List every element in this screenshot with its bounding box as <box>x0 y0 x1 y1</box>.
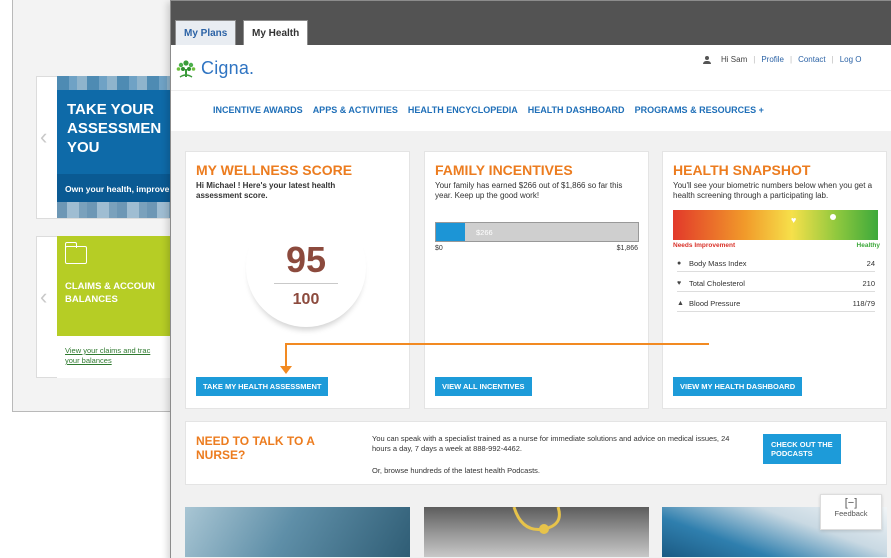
metric-value: 210 <box>862 279 875 288</box>
claims-link-line: your balances <box>65 356 112 365</box>
view-all-incentives-button[interactable]: VIEW ALL INCENTIVES <box>435 377 532 396</box>
metric-row: ♥ Total Cholesterol 210 <box>677 276 875 292</box>
metric-row: ● Body Mass Index 24 <box>677 256 875 272</box>
wellness-score-card: MY WELLNESS SCORE Hi Michael ! Here's yo… <box>185 151 410 409</box>
assessment-heading-line: TAKE YOUR <box>67 101 154 118</box>
incentives-title: FAMILY INCENTIVES <box>435 162 573 178</box>
claims-heading-line: CLAIMS & ACCOUN <box>65 281 155 292</box>
person-icon <box>703 55 711 64</box>
feedback-button[interactable]: [−] Feedback <box>820 494 882 530</box>
article-image[interactable] <box>185 507 410 557</box>
divider: | <box>790 55 793 64</box>
metric-row: ▲ Blood Pressure 118/79 <box>677 296 875 312</box>
incentive-max-label: $1,866 <box>616 245 638 252</box>
nav-apps-activities[interactable]: APPS & ACTIVITIES <box>313 105 398 131</box>
nav-incentive-awards[interactable]: INCENTIVE AWARDS <box>213 105 303 131</box>
tab-my-health[interactable]: My Health <box>243 20 309 45</box>
assessment-banner[interactable]: TAKE YOUR ASSESSMEN YOU Own your health,… <box>57 76 185 218</box>
dot-icon <box>830 214 836 220</box>
assessment-heading-line: YOU <box>67 139 100 156</box>
nurse-card: NEED TO TALK TO A NURSE? You can speak wi… <box>185 421 887 485</box>
nav-health-dashboard[interactable]: HEALTH DASHBOARD <box>528 105 625 131</box>
nurse-podcast-text: Or, browse hundreds of the latest health… <box>372 466 541 475</box>
health-gradient-scale <box>673 210 878 240</box>
nurse-text: You can speak with a specialist trained … <box>372 434 730 453</box>
arrow-down-icon <box>280 366 292 374</box>
circle-icon: ● <box>677 260 682 267</box>
metric-label: Total Cholesterol <box>689 279 745 288</box>
feedback-label: Feedback <box>834 509 868 518</box>
wellness-max-score: 100 <box>292 291 320 308</box>
divider: | <box>831 55 834 64</box>
scale-label-right: Healthy <box>856 242 880 249</box>
scale-label-left: Needs Improvement <box>673 242 736 249</box>
folder-icon <box>65 242 87 264</box>
carousel-prev-icon[interactable]: ‹ <box>40 124 47 150</box>
site-header: Cigna. Hi Sam | Profile | Contact | Log … <box>171 45 891 91</box>
wellness-subtitle: Hi Michael ! Here's your latest health a… <box>196 181 336 200</box>
top-bar: My Plans My Health <box>171 1 891 45</box>
health-snapshot-card: HEALTH SNAPSHOT You'll see your biometri… <box>662 151 887 409</box>
wellness-title: MY WELLNESS SCORE <box>196 162 353 178</box>
callout-line <box>285 343 709 345</box>
heart-icon: ♥ <box>791 215 797 225</box>
article-image[interactable] <box>424 507 649 557</box>
check-out-podcasts-button[interactable]: CHECK OUT THE PODCASTS <box>763 434 841 464</box>
incentives-subtitle: Your family has earned $266 out of $1,86… <box>435 181 623 200</box>
greeting: Hi Sam <box>721 55 748 64</box>
claims-banner[interactable]: CLAIMS & ACCOUN BALANCES View your claim… <box>57 236 185 378</box>
family-incentives-card: FAMILY INCENTIVES Your family has earned… <box>424 151 649 409</box>
metric-value: 24 <box>866 259 875 268</box>
wellness-score: 95 <box>285 239 327 280</box>
metric-label: Blood Pressure <box>689 299 741 308</box>
incentive-progress-bar: $266 <box>435 222 639 242</box>
snapshot-title: HEALTH SNAPSHOT <box>673 162 811 178</box>
take-health-assessment-button[interactable]: TAKE MY HEALTH ASSESSMENT <box>196 377 329 396</box>
minimize-icon: [−] <box>844 497 858 509</box>
claims-link-line: View your claims and trac <box>65 346 151 355</box>
nav-programs-resources[interactable]: PROGRAMS & RESOURCES + <box>635 105 764 131</box>
profile-link[interactable]: Profile <box>761 55 784 64</box>
assessment-band-text: Own your health, improve <box>57 174 185 202</box>
assessment-heading-line: ASSESSMEN <box>67 120 162 137</box>
metric-value: 118/79 <box>852 299 875 308</box>
stethoscope-icon <box>512 507 561 534</box>
incentive-min-label: $0 <box>435 245 443 252</box>
cigna-logo[interactable]: Cigna. <box>175 57 254 79</box>
metric-label: Body Mass Index <box>689 259 747 268</box>
view-health-dashboard-button[interactable]: VIEW MY HEALTH DASHBOARD <box>673 377 803 396</box>
contact-link[interactable]: Contact <box>798 55 826 64</box>
nurse-title: NEED TO TALK TO A NURSE? <box>196 434 315 462</box>
browser-window: My Plans My Health Cigna. Hi Sam | Profi… <box>170 0 891 558</box>
score-circle: 95 100 <box>246 207 366 327</box>
logout-link[interactable]: Log O <box>840 55 862 64</box>
main-nav: INCENTIVE AWARDS APPS & ACTIVITIES HEALT… <box>171 91 891 131</box>
incentive-progress-fill <box>436 223 465 241</box>
carousel-prev-icon[interactable]: ‹ <box>40 284 47 310</box>
score-divider <box>274 283 338 284</box>
incentive-earned-label: $266 <box>476 228 493 237</box>
claims-link[interactable]: View your claims and trac your balances <box>65 346 150 366</box>
tab-my-plans[interactable]: My Plans <box>175 20 237 45</box>
triangle-icon: ▲ <box>677 300 684 307</box>
claims-heading-line: BALANCES <box>65 294 118 305</box>
user-bar: Hi Sam | Profile | Contact | Log O <box>703 55 862 64</box>
nav-health-encyclopedia[interactable]: HEALTH ENCYCLOPEDIA <box>408 105 518 131</box>
snapshot-subtitle: You'll see your biometric numbers below … <box>673 181 873 200</box>
heart-icon: ♥ <box>677 280 682 287</box>
divider: | <box>753 55 756 64</box>
logo-text: Cigna. <box>201 57 255 78</box>
tree-icon <box>176 60 196 78</box>
